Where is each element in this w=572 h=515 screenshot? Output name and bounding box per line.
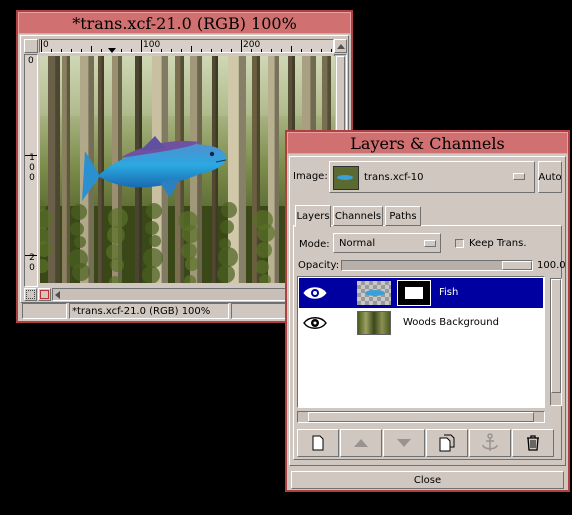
tab-layers[interactable]: Layers — [295, 205, 331, 227]
image-window-title[interactable]: *trans.xcf-21.0 (RGB) 100% — [18, 12, 351, 34]
navigate-corner-button[interactable] — [24, 39, 38, 53]
fish-layer-mask-thumbnail[interactable] — [397, 280, 431, 306]
tab-channels[interactable]: Channels — [333, 206, 383, 226]
opacity-label: Opacity: — [298, 260, 340, 271]
tab-paths-label: Paths — [389, 210, 417, 222]
mode-select-indicator — [424, 240, 436, 247]
woods-layer-thumbnail — [357, 311, 391, 335]
tab-channels-label: Channels — [334, 210, 382, 222]
duplicate-layer-button[interactable] — [426, 429, 468, 457]
visibility-eye-icon[interactable] — [303, 285, 327, 301]
mode-label: Mode: — [299, 239, 330, 250]
trash-icon — [526, 435, 540, 451]
image-thumbnail — [333, 166, 359, 190]
image-selector-value: trans.xcf-10 — [364, 172, 424, 183]
layer-row-woods-background[interactable]: Woods Background — [299, 308, 543, 338]
layer-list-hscroll-thumb[interactable] — [308, 412, 534, 422]
close-button[interactable]: Close — [291, 471, 564, 489]
opacity-slider-thumb[interactable] — [502, 261, 532, 270]
layer-list-vscroll[interactable] — [550, 278, 562, 406]
keep-trans-checkbox[interactable] — [455, 239, 464, 248]
quickmask-off-button[interactable] — [24, 288, 37, 301]
image-label: Image: — [293, 171, 328, 182]
delete-layer-button[interactable] — [512, 429, 554, 457]
duplicate-layer-icon — [439, 434, 455, 452]
ruler-v-label-100: 100 — [29, 153, 35, 183]
tab-layers-label: Layers — [296, 211, 330, 222]
mode-select[interactable]: Normal — [333, 233, 441, 253]
lower-arrow-icon — [396, 438, 412, 448]
layer-list: Fish Woods Background — [297, 276, 562, 408]
vertical-ruler: 0 100 20 — [24, 54, 38, 287]
new-layer-icon — [311, 435, 325, 451]
ruler-v-label-0: 0 — [28, 56, 34, 66]
status-bar: *trans.xcf-21.0 (RGB) 100% — [69, 303, 229, 319]
raise-arrow-icon — [353, 438, 369, 448]
image-selector[interactable]: trans.xcf-10 — [329, 161, 535, 193]
tab-paths[interactable]: Paths — [385, 206, 421, 226]
raise-layer-button[interactable] — [340, 429, 382, 457]
anchor-icon — [480, 433, 500, 453]
vscroll-up-arrow[interactable] — [334, 39, 347, 53]
layer-list-hscroll[interactable] — [297, 411, 545, 423]
ruler-pointer-marker — [108, 48, 116, 53]
auto-button[interactable]: Auto — [538, 161, 562, 193]
quickmask-on-button[interactable] — [38, 288, 51, 301]
status-bar-left — [22, 303, 67, 319]
lower-layer-button[interactable] — [383, 429, 425, 457]
visibility-eye-icon[interactable] — [303, 315, 327, 331]
opacity-value: 100.0 — [537, 260, 566, 271]
hscroll-left-arrow[interactable] — [55, 291, 60, 299]
ruler-v-label-200: 20 — [29, 253, 35, 273]
new-layer-button[interactable] — [297, 429, 339, 457]
horizontal-ruler: 0 100 200 — [39, 39, 334, 53]
layers-window-title[interactable]: Layers & Channels — [287, 132, 568, 154]
auto-label: Auto — [538, 171, 562, 183]
ruler-h-label-0: 0 — [43, 40, 49, 50]
layer-row-fish[interactable]: Fish — [299, 278, 543, 308]
opacity-slider[interactable] — [341, 260, 533, 271]
layer-name-woods-background: Woods Background — [403, 317, 499, 328]
anchor-layer-button[interactable] — [469, 429, 511, 457]
keep-trans-label: Keep Trans. — [469, 238, 527, 249]
fish-layer-thumbnail — [357, 281, 391, 305]
layers-channels-window: Layers & Channels Image: trans.xcf-10 Au… — [285, 130, 570, 492]
status-text: *trans.xcf-21.0 (RGB) 100% — [72, 305, 211, 317]
mode-select-value: Normal — [339, 238, 376, 249]
image-selector-indicator — [513, 173, 525, 180]
layer-list-vscroll-thumb[interactable] — [551, 279, 561, 393]
close-button-label: Close — [413, 474, 442, 486]
layer-name-fish: Fish — [439, 287, 459, 298]
